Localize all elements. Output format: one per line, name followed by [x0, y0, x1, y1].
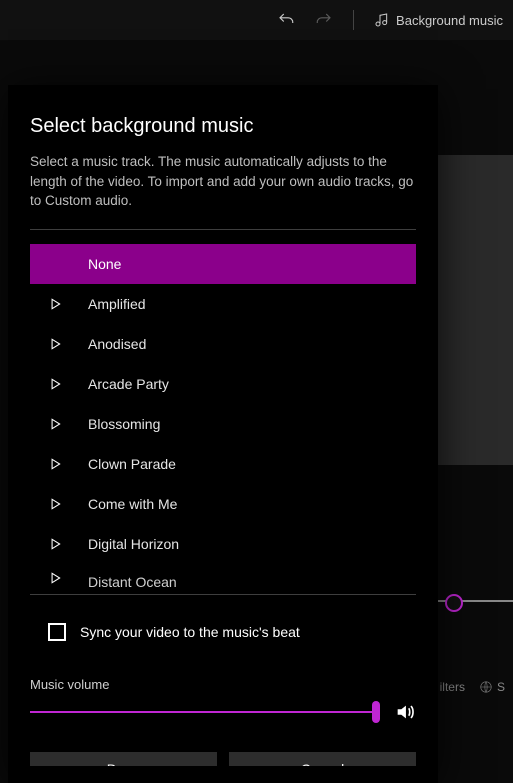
- background-music-button[interactable]: Background music: [374, 12, 503, 28]
- undo-icon: [277, 11, 295, 29]
- track-name: Anodised: [88, 336, 146, 352]
- undo-button[interactable]: [277, 11, 295, 29]
- play-icon[interactable]: [46, 295, 64, 313]
- track-item[interactable]: Distant Ocean: [30, 564, 416, 592]
- track-item[interactable]: Clown Parade: [30, 444, 416, 484]
- divider: [30, 594, 416, 595]
- play-icon[interactable]: [46, 455, 64, 473]
- track-name: Come with Me: [88, 496, 177, 512]
- divider: [30, 229, 416, 230]
- play-icon[interactable]: [46, 415, 64, 433]
- track-item[interactable]: Arcade Party: [30, 364, 416, 404]
- track-name: Distant Ocean: [88, 574, 177, 590]
- more-button-partial[interactable]: S: [479, 680, 505, 694]
- sync-label: Sync your video to the music's beat: [80, 624, 300, 640]
- globe-icon: [479, 680, 493, 694]
- music-note-icon: [374, 12, 390, 28]
- play-icon[interactable]: [46, 569, 64, 587]
- timeline-scrubber[interactable]: [437, 600, 513, 602]
- background-music-label: Background music: [396, 13, 503, 28]
- background-music-dialog: Select background music Select a music t…: [8, 85, 438, 783]
- track-name: Blossoming: [88, 416, 160, 432]
- track-item[interactable]: Amplified: [30, 284, 416, 324]
- filters-button-partial[interactable]: ilters: [440, 680, 465, 694]
- storyboard-preview: [437, 155, 513, 465]
- track-name: Arcade Party: [88, 376, 169, 392]
- redo-icon: [315, 11, 333, 29]
- dialog-description: Select a music track. The music automati…: [30, 152, 416, 211]
- track-item[interactable]: Anodised: [30, 324, 416, 364]
- track-item[interactable]: None: [30, 244, 416, 284]
- play-icon[interactable]: [46, 335, 64, 353]
- track-name: None: [88, 256, 121, 272]
- track-item[interactable]: Blossoming: [30, 404, 416, 444]
- done-button[interactable]: Done: [30, 752, 217, 766]
- app-toolbar: Background music: [0, 0, 513, 40]
- volume-label: Music volume: [30, 677, 416, 692]
- redo-button[interactable]: [315, 11, 333, 29]
- timeline-playhead[interactable]: [445, 594, 463, 612]
- track-item[interactable]: Come with Me: [30, 484, 416, 524]
- cancel-button[interactable]: Cancel: [229, 752, 416, 766]
- sync-checkbox[interactable]: [48, 623, 66, 641]
- slider-thumb[interactable]: [372, 701, 380, 723]
- play-icon[interactable]: [46, 535, 64, 553]
- volume-slider[interactable]: [30, 698, 376, 726]
- speaker-icon[interactable]: [394, 701, 416, 723]
- sync-row[interactable]: Sync your video to the music's beat: [48, 623, 416, 641]
- track-name: Amplified: [88, 296, 146, 312]
- storyboard-actions-partial: ilters S: [440, 680, 505, 694]
- track-list[interactable]: None Amplified Anodised Arcade Party Blossom…: [30, 244, 416, 594]
- play-icon[interactable]: [46, 375, 64, 393]
- slider-fill: [30, 711, 376, 713]
- track-name: Digital Horizon: [88, 536, 179, 552]
- track-name: Clown Parade: [88, 456, 176, 472]
- toolbar-separator: [353, 10, 354, 30]
- track-item[interactable]: Digital Horizon: [30, 524, 416, 564]
- play-icon[interactable]: [46, 495, 64, 513]
- dialog-title: Select background music: [30, 115, 416, 138]
